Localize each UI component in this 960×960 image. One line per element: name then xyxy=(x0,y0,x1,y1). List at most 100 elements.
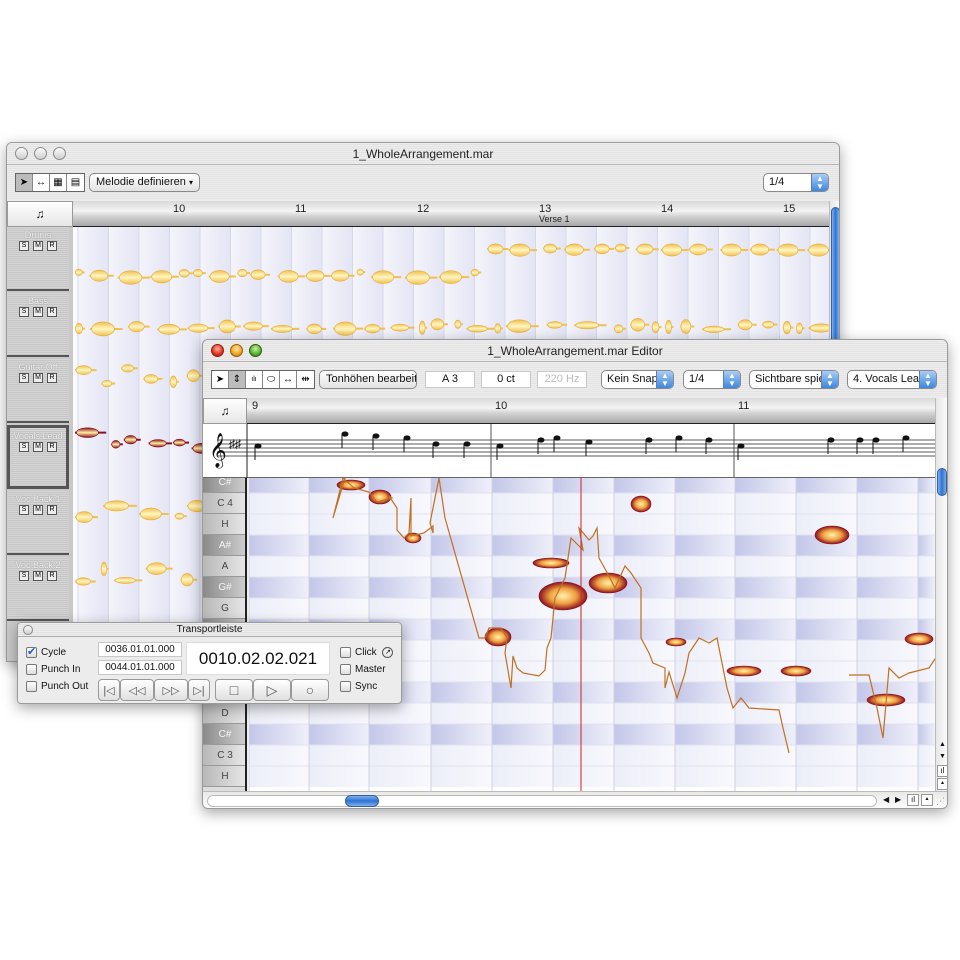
editor-ruler[interactable]: 9 10 11 xyxy=(247,398,935,424)
note-blob xyxy=(90,269,109,282)
scroll-thumb[interactable] xyxy=(831,207,839,347)
track-header[interactable]: Vocals Lead S M R xyxy=(7,425,69,489)
click-checkbox[interactable]: Click ↗ xyxy=(340,647,394,658)
solo-button[interactable]: S xyxy=(19,373,29,383)
solo-button[interactable]: S xyxy=(19,241,29,251)
track-popup[interactable]: 4. Vocals Lead ▲ ▼ xyxy=(847,370,937,389)
fast-forward-button[interactable]: ▷▷ xyxy=(154,679,188,701)
record-enable-button[interactable]: R xyxy=(47,571,57,581)
zoom-out-vertical-icon[interactable]: ▴ xyxy=(937,778,947,790)
melodie-definieren-button[interactable]: Melodie definieren ▾ xyxy=(89,173,200,192)
separation-tool-icon[interactable]: ↔ xyxy=(33,174,50,191)
section-marker[interactable]: Verse 1 xyxy=(539,214,570,224)
cycle-start-field[interactable]: 0036.01.01.000 xyxy=(98,642,182,657)
scroll-right-icon[interactable]: ▶ xyxy=(895,795,901,804)
pitch-lane-cell xyxy=(431,661,492,682)
record-enable-button[interactable]: R xyxy=(47,241,57,251)
pitch-tool-icon[interactable]: ⇕ xyxy=(229,371,246,388)
cycle-end-field[interactable]: 0044.01.01.000 xyxy=(98,660,182,675)
close-button[interactable] xyxy=(211,344,224,357)
note-blob xyxy=(101,379,113,388)
master-checkbox[interactable]: Master xyxy=(340,664,386,675)
track-name: Guitar Off xyxy=(18,362,58,372)
play-button[interactable]: ▷ xyxy=(253,679,291,701)
cents-field[interactable]: 0 ct xyxy=(481,371,531,388)
mute-button[interactable]: M xyxy=(33,373,43,383)
note-tool-icon[interactable]: ⬭ xyxy=(263,371,280,388)
solo-button[interactable]: S xyxy=(19,505,29,515)
arrangement-titlebar[interactable]: 1_WholeArrangement.mar xyxy=(7,143,839,165)
arrangement-ruler[interactable]: 10 11 12 13 Verse 1 14 15 xyxy=(73,201,829,227)
scroll-track[interactable] xyxy=(207,795,877,807)
go-to-end-button[interactable]: ▷| xyxy=(188,679,210,701)
stop-button[interactable]: □ xyxy=(215,679,253,701)
pitch-lane-cell xyxy=(918,514,935,535)
go-to-start-button[interactable]: |◁ xyxy=(98,679,120,701)
sync-checkbox[interactable]: Sync xyxy=(340,681,377,692)
scroll-up-icon[interactable]: ▲ xyxy=(937,741,947,752)
grid-tool-icon[interactable]: ▦ xyxy=(50,174,67,191)
zoom-button[interactable] xyxy=(53,147,66,160)
grid-popup[interactable]: 1/4 ▲ ▼ xyxy=(683,370,741,389)
transport-window: Transportleiste Cycle Punch In Punch Out… xyxy=(17,622,402,704)
solo-button[interactable]: S xyxy=(19,307,29,317)
editor-horizontal-scrollbar[interactable]: ◀ ▶ ıl ▴ ⋰ xyxy=(203,791,947,808)
punch-in-checkbox[interactable]: Punch In xyxy=(26,664,80,675)
track-header[interactable]: Guitar Off S M R xyxy=(7,359,69,423)
score-view-toggle[interactable]: ♫ xyxy=(203,398,247,424)
snap-popup[interactable]: Kein Snap ▲ ▼ xyxy=(601,370,674,389)
pitch-lane-cell xyxy=(675,703,735,724)
close-button[interactable] xyxy=(23,625,33,635)
separation-tool-icon[interactable]: ↔ xyxy=(280,371,297,388)
mute-button[interactable]: M xyxy=(33,505,43,515)
scroll-left-icon[interactable]: ◀ xyxy=(883,795,889,804)
pitch-lane-cell xyxy=(614,556,675,577)
minimize-button[interactable] xyxy=(230,344,243,357)
tonhoehen-bearbeiten-button[interactable]: Tonhöhen bearbeite xyxy=(319,370,417,389)
cycle-checkbox[interactable]: Cycle xyxy=(26,645,66,658)
quantize-popup[interactable]: 1/4 ▲ ▼ xyxy=(763,173,829,192)
scroll-down-icon[interactable]: ▼ xyxy=(937,753,947,764)
record-enable-button[interactable]: R xyxy=(47,307,57,317)
editor-vertical-scrollbar[interactable]: ▲ ▼ ıl ▴ xyxy=(935,398,947,791)
rewind-button[interactable]: ◁◁ xyxy=(120,679,154,701)
click-settings-icon[interactable]: ↗ xyxy=(382,647,394,658)
zoom-out-horizontal-icon[interactable]: ▴ xyxy=(921,794,933,806)
transport-titlebar[interactable]: Transportleiste xyxy=(18,623,401,637)
minimize-button[interactable] xyxy=(34,147,47,160)
mute-button[interactable]: M xyxy=(33,442,43,452)
track-header[interactable]: Voc Back 1SMR xyxy=(7,491,69,555)
mute-button[interactable]: M xyxy=(33,241,43,251)
score-view-toggle[interactable]: ♫ xyxy=(7,201,73,227)
close-button[interactable] xyxy=(15,147,28,160)
track-header[interactable]: Bass S M R xyxy=(7,293,69,357)
record-enable-button[interactable]: R xyxy=(47,373,57,383)
zoom-in-vertical-icon[interactable]: ıl xyxy=(937,765,947,777)
window-title: 1_WholeArrangement.mar Editor xyxy=(487,344,663,358)
pitch-lane-cell xyxy=(309,598,369,619)
mute-button[interactable]: M xyxy=(33,307,43,317)
track-header[interactable]: Voc Back 2SMR xyxy=(7,557,69,621)
time-tool-icon[interactable]: ⇹ xyxy=(297,371,314,388)
scroll-thumb[interactable] xyxy=(345,795,379,807)
solo-button[interactable]: S xyxy=(19,571,29,581)
grid-tool-2-icon[interactable]: ▤ xyxy=(67,174,84,191)
solo-button[interactable]: S xyxy=(19,442,29,452)
mute-button[interactable]: M xyxy=(33,571,43,581)
zoom-button[interactable] xyxy=(249,344,262,357)
amplitude-tool-icon[interactable]: ılı xyxy=(246,371,263,388)
record-button[interactable]: ○ xyxy=(291,679,329,701)
note-name-field[interactable]: A 3 xyxy=(425,371,475,388)
record-enable-button[interactable]: R xyxy=(47,442,57,452)
record-enable-button[interactable]: R xyxy=(47,505,57,515)
zoom-in-horizontal-icon[interactable]: ıl xyxy=(907,794,919,806)
resize-grip-icon[interactable]: ⋰ xyxy=(936,796,945,807)
arrow-tool-icon[interactable]: ➤ xyxy=(212,371,229,388)
arrow-tool-icon[interactable]: ➤ xyxy=(16,174,33,191)
scroll-thumb[interactable] xyxy=(937,468,947,496)
editor-titlebar[interactable]: 1_WholeArrangement.mar Editor xyxy=(203,340,947,362)
track-header[interactable]: Drums S M R xyxy=(7,227,69,291)
punch-out-checkbox[interactable]: Punch Out xyxy=(26,681,88,692)
playback-popup[interactable]: Sichtbare spiel… ▲ ▼ xyxy=(749,370,839,389)
pitch-lane-cell xyxy=(249,745,309,766)
